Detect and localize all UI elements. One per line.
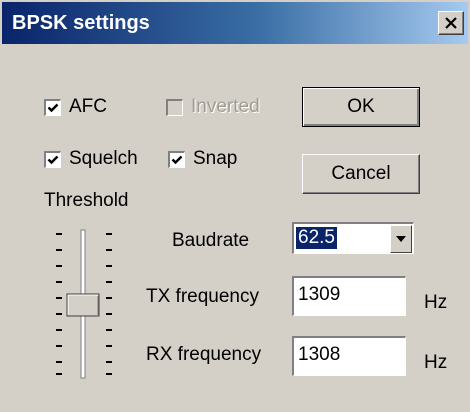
rx-frequency-label: RX frequency xyxy=(146,344,262,365)
snap-option[interactable]: Snap xyxy=(168,148,237,170)
chevron-down-icon xyxy=(396,236,406,242)
window-title: BPSK settings xyxy=(12,12,150,34)
tx-frequency-label: TX frequency xyxy=(146,286,259,307)
afc-label: AFC xyxy=(69,96,107,117)
afc-checkbox[interactable] xyxy=(44,98,61,116)
inverted-label: Inverted xyxy=(191,96,260,117)
squelch-option[interactable]: Squelch xyxy=(44,148,138,170)
bpsk-settings-dialog: BPSK settings AFC Inverted Squelch Snap … xyxy=(0,0,470,412)
threshold-label: Threshold xyxy=(44,190,129,211)
slider-thumb[interactable] xyxy=(66,293,100,317)
threshold-slider[interactable] xyxy=(50,228,120,380)
baudrate-value: 62.5 xyxy=(296,227,337,249)
baudrate-select[interactable]: 62.5 xyxy=(292,222,414,254)
tx-frequency-input[interactable]: 1309 xyxy=(292,276,406,316)
snap-label: Snap xyxy=(193,148,238,169)
baudrate-label: Baudrate xyxy=(172,230,250,251)
cancel-button[interactable]: Cancel xyxy=(302,154,420,194)
baudrate-dropdown-button[interactable] xyxy=(390,225,412,253)
ok-button[interactable]: OK xyxy=(302,87,420,127)
rx-frequency-input[interactable]: 1308 xyxy=(292,336,406,376)
title-bar[interactable]: BPSK settings xyxy=(2,2,468,44)
squelch-label: Squelch xyxy=(69,148,138,169)
inverted-checkbox xyxy=(166,98,183,116)
snap-checkbox[interactable] xyxy=(168,150,185,168)
check-icon xyxy=(47,103,59,112)
inverted-option: Inverted xyxy=(166,96,260,118)
rx-unit: Hz xyxy=(424,352,448,373)
tx-unit: Hz xyxy=(424,292,448,313)
close-icon xyxy=(445,17,457,29)
squelch-checkbox[interactable] xyxy=(44,150,61,168)
check-icon xyxy=(171,155,183,164)
check-icon xyxy=(47,155,59,164)
afc-option[interactable]: AFC xyxy=(44,96,107,118)
close-button[interactable] xyxy=(438,11,464,35)
